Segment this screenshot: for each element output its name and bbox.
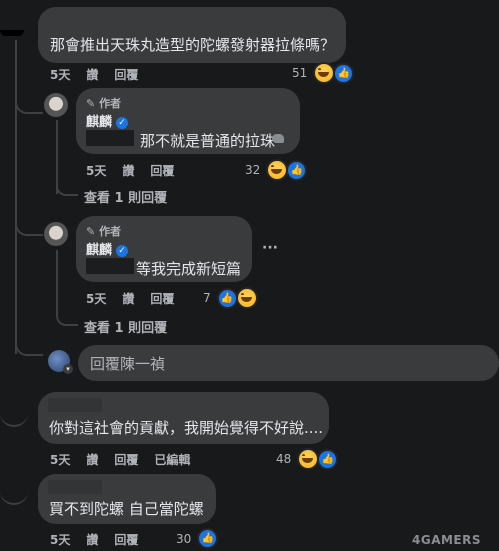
redacted-mention: [86, 130, 134, 146]
timestamp[interactable]: 5天: [86, 162, 106, 179]
comment-actions: 5天讚回覆: [50, 66, 138, 83]
avatar[interactable]: [0, 30, 24, 36]
timestamp[interactable]: 5天: [50, 66, 70, 83]
haha-icon: [297, 448, 320, 470]
chevron-down-icon[interactable]: ▾: [63, 364, 73, 374]
thread-curve-reply1: [15, 100, 43, 114]
comment-actions: 5天讚回覆 已編輯: [50, 451, 190, 468]
reply-text: 等我完成新短篇: [136, 260, 242, 278]
reply-text: 那不就是普通的拉珠: [140, 132, 276, 150]
thread-curve-reply2: [15, 222, 43, 236]
haha-icon: [313, 62, 336, 84]
author-name[interactable]: 麒麟 ✓: [86, 239, 129, 258]
comment-bubble: 那會推出天珠丸造型的陀螺發射器拉條嗎？: [38, 7, 346, 63]
comment-text: 那會推出天珠丸造型的陀螺發射器拉條嗎？: [50, 36, 336, 54]
pencil-icon: ✎: [86, 225, 96, 238]
edited-label: 已編輯: [154, 453, 191, 467]
comment-bubble: 你對這社會的貢獻，我開始覺得不好說....: [38, 392, 329, 444]
timestamp[interactable]: 5天: [50, 451, 70, 468]
timestamp[interactable]: 5天: [50, 531, 70, 548]
pencil-icon: ✎: [86, 97, 96, 110]
thumbs-up-icon: 👍: [317, 448, 339, 470]
reply-input[interactable]: 回覆陳一禎: [78, 345, 499, 381]
reaction-count: 48: [276, 452, 292, 466]
reply-bubble: ✎ 作者 麒麟 ✓ 那不就是普通的拉珠: [76, 88, 300, 154]
reaction-count: 51: [292, 66, 308, 80]
comment-text: 你對這社會的貢獻，我開始覺得不好說....: [49, 419, 324, 437]
reaction-summary[interactable]: 32 👍: [245, 159, 308, 181]
author-name[interactable]: 麒麟 ✓: [86, 111, 129, 130]
reply-button[interactable]: 回覆: [114, 531, 138, 548]
like-button[interactable]: 讚: [122, 290, 134, 307]
author-badge: ✎ 作者: [86, 225, 122, 238]
timestamp[interactable]: 5天: [86, 290, 106, 307]
more-options-icon[interactable]: ···: [262, 240, 278, 256]
author-badge: ✎ 作者: [86, 97, 122, 110]
haha-icon: [266, 159, 289, 181]
redacted-mention: [86, 258, 134, 274]
emoji-icon: [272, 134, 284, 143]
reply-button[interactable]: 回覆: [150, 162, 174, 179]
thread-line-main: [15, 40, 17, 354]
avatar[interactable]: [44, 222, 68, 246]
like-button[interactable]: 讚: [86, 531, 98, 548]
reply-actions: 5天讚回覆: [86, 162, 174, 179]
reply-actions: 5天讚回覆: [86, 290, 174, 307]
thread-line-reply2: [56, 250, 58, 312]
reply-bubble: ✎ 作者 麒麟 ✓ 等我完成新短篇: [76, 216, 252, 282]
reaction-summary[interactable]: 7 👍: [203, 287, 258, 309]
haha-icon: [235, 287, 258, 309]
reaction-summary[interactable]: 48 👍: [276, 448, 339, 470]
reaction-count: 32: [245, 163, 261, 177]
view-more-replies-link[interactable]: 查看 1 則回覆: [84, 317, 167, 336]
thread-curve-view1: [56, 182, 78, 196]
thumbs-up-icon: 👍: [286, 159, 308, 181]
like-button[interactable]: 讚: [86, 66, 98, 83]
thumbs-up-icon: 👍: [197, 528, 219, 549]
verified-icon: ✓: [116, 117, 129, 129]
avatar[interactable]: [0, 483, 28, 505]
avatar[interactable]: [44, 93, 68, 117]
avatar[interactable]: [0, 405, 28, 427]
redacted-name: [48, 480, 102, 494]
reaction-summary[interactable]: 51 👍: [292, 62, 355, 84]
redacted-name: [48, 398, 102, 412]
comment-text: 買不到陀螺 自己當陀螺: [49, 500, 204, 518]
reply-button[interactable]: 回覆: [114, 66, 138, 83]
comment-actions: 5天讚回覆: [50, 531, 138, 548]
view-more-replies-link[interactable]: 查看 1 則回覆: [84, 187, 167, 206]
reply-button[interactable]: 回覆: [150, 290, 174, 307]
comment-bubble: 買不到陀螺 自己當陀螺: [38, 474, 216, 524]
thumbs-up-icon: 👍: [333, 62, 355, 84]
reaction-count: 30: [176, 531, 192, 546]
like-button[interactable]: 讚: [86, 451, 98, 468]
thread-curve-input: [15, 342, 43, 356]
reaction-count: 7: [203, 291, 211, 305]
reaction-summary[interactable]: 30 👍: [176, 528, 219, 549]
thumbs-up-icon: 👍: [216, 287, 238, 309]
verified-icon: ✓: [116, 245, 129, 257]
like-button[interactable]: 讚: [122, 162, 134, 179]
reply-button[interactable]: 回覆: [114, 451, 138, 468]
thread-curve-view2: [56, 312, 78, 326]
watermark-logo: 4GAMERS: [412, 533, 482, 547]
reply-input-placeholder: 回覆陳一禎: [90, 355, 166, 373]
redacted-name: [98, 10, 248, 24]
